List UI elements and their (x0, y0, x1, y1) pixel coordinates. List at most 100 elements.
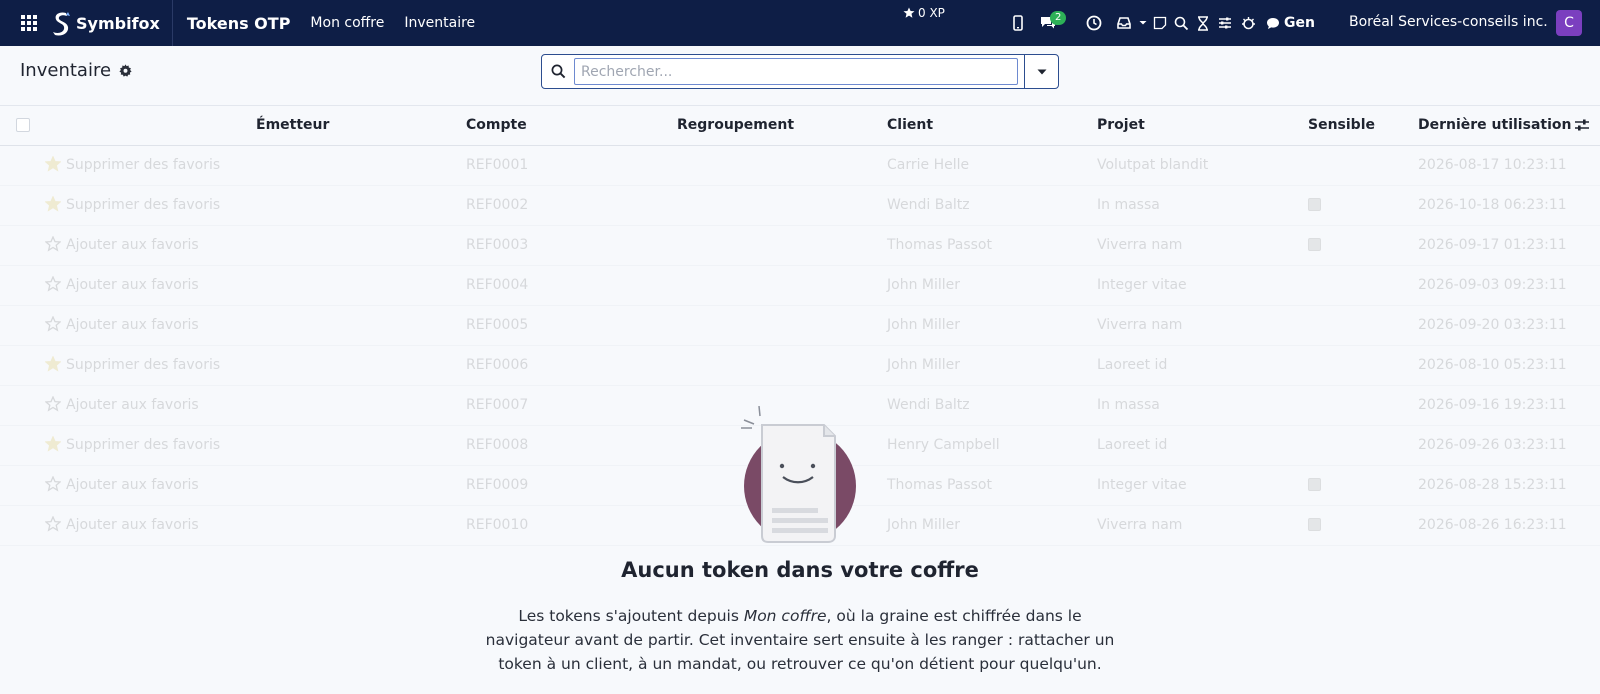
messages-badge: 2 (1050, 11, 1067, 25)
cell-projet: Laoreet id (1097, 437, 1168, 453)
table-row[interactable]: Supprimer des favoris REF0001 Carrie Helle… (0, 146, 1600, 186)
cell-client: John Miller (887, 317, 961, 333)
cell-compte: REF0005 (466, 317, 529, 333)
table-row[interactable]: Ajouter aux favoris REF0004 John Miller Int… (0, 266, 1600, 306)
favorite-star-icon[interactable] (45, 396, 61, 412)
table-row[interactable]: Ajouter aux favoris REF0003 Thomas Passot V… (0, 226, 1600, 266)
mobile-icon[interactable] (1006, 11, 1030, 35)
sensible-checkbox[interactable] (1308, 478, 1321, 491)
favorite-star-icon[interactable] (45, 436, 61, 452)
sensible-checkbox[interactable] (1308, 198, 1321, 211)
table-header: Émetteur Compte Regroupement Client Proj… (0, 106, 1600, 146)
cell-projet: In massa (1097, 197, 1160, 213)
favorite-star-icon[interactable] (45, 356, 61, 372)
clock-icon[interactable] (1082, 11, 1106, 35)
cell-client: John Miller (887, 277, 961, 293)
cell-date: 2026-08-26 16:23:11 (1418, 517, 1567, 533)
note-icon[interactable] (1150, 11, 1170, 35)
empty-document-illustration (741, 406, 856, 543)
cell-client: Wendi Baltz (887, 397, 970, 413)
favorite-toggle-label[interactable]: Supprimer des favoris (66, 357, 220, 373)
favorite-toggle-label[interactable]: Supprimer des favoris (66, 437, 220, 453)
brand-logo-icon (53, 12, 70, 36)
systray: 2 Gen (1006, 0, 1315, 46)
favorite-star-icon[interactable] (45, 276, 61, 292)
inbox-icon[interactable] (1112, 11, 1136, 35)
cell-compte: REF0010 (466, 517, 529, 533)
xp-indicator[interactable]: 0 XP (903, 6, 945, 20)
sensible-checkbox[interactable] (1308, 238, 1321, 251)
gear-icon[interactable] (119, 64, 132, 77)
table-row[interactable]: Supprimer des favoris REF0006 John Miller L… (0, 346, 1600, 386)
app-title[interactable]: Tokens OTP (187, 14, 291, 33)
cell-compte: REF0009 (466, 477, 529, 493)
favorite-toggle-label[interactable]: Ajouter aux favoris (66, 317, 199, 333)
brand-name: Symbifox (76, 13, 160, 33)
col-sensible[interactable]: Sensible (1308, 117, 1375, 133)
sensible-checkbox[interactable] (1308, 518, 1321, 531)
col-projet[interactable]: Projet (1097, 117, 1145, 133)
gen-chat-button[interactable]: Gen (1266, 15, 1315, 31)
favorite-toggle-label[interactable]: Supprimer des favoris (66, 157, 220, 173)
favorite-toggle-label[interactable]: Ajouter aux favoris (66, 237, 199, 253)
cell-projet: In massa (1097, 397, 1160, 413)
nav-inventaire[interactable]: Inventaire (404, 15, 475, 31)
cell-client: John Miller (887, 357, 961, 373)
favorite-toggle-label[interactable]: Ajouter aux favoris (66, 397, 199, 413)
cell-date: 2026-09-03 09:23:11 (1418, 277, 1567, 293)
cell-date: 2026-08-10 05:23:11 (1418, 357, 1567, 373)
cell-date: 2026-09-20 03:23:11 (1418, 317, 1567, 333)
favorite-star-icon[interactable] (45, 236, 61, 252)
sliders-icon[interactable] (1214, 11, 1236, 35)
cell-projet: Viverra nam (1097, 317, 1183, 333)
col-derniere-utilisation[interactable]: Dernière utilisation (1418, 117, 1571, 133)
search-options-toggle[interactable] (1024, 55, 1058, 88)
cell-compte: REF0007 (466, 397, 529, 413)
breadcrumb: Inventaire (20, 60, 132, 81)
column-options-icon[interactable] (1574, 118, 1590, 132)
cell-date: 2026-09-16 19:23:11 (1418, 397, 1567, 413)
favorite-toggle-label[interactable]: Ajouter aux favoris (66, 517, 199, 533)
favorite-star-icon[interactable] (45, 156, 61, 172)
favorite-toggle-label[interactable]: Supprimer des favoris (66, 197, 220, 213)
favorite-star-icon[interactable] (45, 196, 61, 212)
cell-projet: Laoreet id (1097, 357, 1168, 373)
brand[interactable]: Symbifox (50, 0, 173, 46)
empty-title: Aucun token dans votre coffre (621, 558, 979, 582)
favorite-star-icon[interactable] (45, 476, 61, 492)
search-icon[interactable] (1170, 11, 1192, 35)
search-input[interactable] (574, 58, 1018, 85)
nav-mon-coffre[interactable]: Mon coffre (310, 15, 384, 31)
col-regroupement[interactable]: Regroupement (677, 117, 794, 133)
col-emetteur[interactable]: Émetteur (256, 117, 329, 133)
hourglass-icon[interactable] (1192, 11, 1214, 35)
cell-projet: Integer vitae (1097, 477, 1187, 493)
caret-down-icon[interactable] (1136, 11, 1150, 35)
select-all-checkbox[interactable] (16, 118, 30, 132)
control-panel: Inventaire (0, 46, 1600, 106)
table-row[interactable]: Supprimer des favoris REF0002 Wendi Baltz I… (0, 186, 1600, 226)
mon-coffre-emphasis: Mon coffre (743, 607, 827, 625)
cell-projet: Integer vitae (1097, 277, 1187, 293)
col-client[interactable]: Client (887, 117, 933, 133)
cell-compte: REF0001 (466, 157, 529, 173)
favorite-toggle-label[interactable]: Ajouter aux favoris (66, 477, 199, 493)
favorite-star-icon[interactable] (45, 316, 61, 332)
favorite-star-icon[interactable] (45, 516, 61, 532)
bug-icon[interactable] (1236, 11, 1260, 35)
company-switcher[interactable]: Boréal Services-conseils inc. (1349, 14, 1548, 30)
cell-client: Carrie Helle (887, 157, 970, 173)
apps-menu-button[interactable] (16, 0, 42, 46)
cell-client: Thomas Passot (887, 237, 992, 253)
search-icon (542, 55, 574, 88)
table-row[interactable]: Ajouter aux favoris REF0005 John Miller Viv… (0, 306, 1600, 346)
favorite-toggle-label[interactable]: Ajouter aux favoris (66, 277, 199, 293)
top-navbar: Symbifox Tokens OTP Mon coffre Inventair… (0, 0, 1600, 46)
cell-date: 2026-09-17 01:23:11 (1418, 237, 1567, 253)
messages-icon[interactable]: 2 (1036, 11, 1067, 35)
cell-compte: REF0002 (466, 197, 529, 213)
col-compte[interactable]: Compte (466, 117, 527, 133)
empty-description: Les tokens s'ajoutent depuis Mon coffre,… (485, 607, 1115, 673)
user-avatar[interactable]: C (1556, 10, 1582, 36)
cell-projet: Viverra nam (1097, 237, 1183, 253)
